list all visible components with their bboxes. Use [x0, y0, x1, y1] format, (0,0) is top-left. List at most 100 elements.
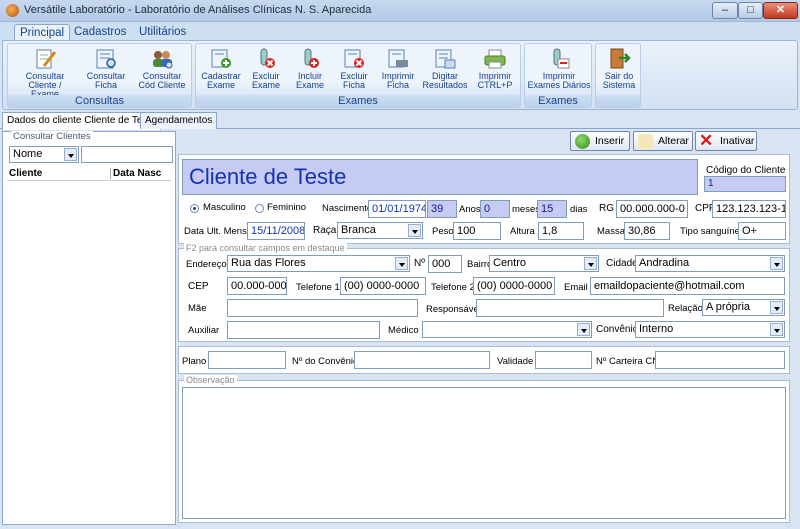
delete-exam-button[interactable]: Excluir Exame [246, 48, 286, 90]
ribbon: Consultar Cliente / Exame Consultar Fich… [2, 40, 798, 110]
column-cliente[interactable]: Cliente [9, 168, 111, 179]
weight-field[interactable]: 100 [453, 222, 501, 240]
exit-button[interactable]: Sair do Sistema [597, 48, 641, 90]
chevron-down-icon [64, 148, 77, 161]
chevron-down-icon [577, 323, 590, 336]
group-exames: Cadastrar Exame Excluir Exame Incluir Ex… [195, 43, 521, 108]
edit-button[interactable]: Alterar [633, 131, 693, 151]
include-exam-button[interactable]: Incluir Exame [290, 48, 330, 90]
race-select[interactable]: Branca [337, 222, 423, 239]
phone1-field[interactable]: (00) 0000-0000 [340, 277, 426, 295]
relation-select[interactable]: A própria [702, 299, 785, 316]
mother-label: Mãe [188, 303, 207, 314]
add-sheet-icon [209, 48, 233, 70]
plus-icon [575, 134, 590, 149]
daily-exams-icon [547, 48, 571, 70]
responsible-field[interactable] [476, 299, 664, 317]
age-months-field: 0 [480, 200, 510, 218]
client-search-panel: Consultar Clientes Nome Cliente Data Nas… [2, 131, 176, 525]
insert-button[interactable]: Inserir [570, 131, 630, 151]
print-sheet-button[interactable]: Imprimir Ficha [378, 48, 418, 90]
add-tube-icon [298, 48, 322, 70]
birth-label: Nascimento [322, 203, 373, 214]
column-data-nasc[interactable]: Data Nasc [113, 168, 161, 179]
grid-divider [7, 180, 171, 181]
printer-icon [483, 48, 507, 70]
weight-label: Peso [432, 226, 454, 237]
agreement-no-label: Nº do Convênio [292, 356, 359, 367]
email-label: Email [564, 282, 588, 293]
tab-cadastros[interactable]: Cadastros [69, 24, 131, 41]
ribbon-tabs: Principal Cadastros Utilitários [0, 22, 800, 41]
cns-field[interactable] [655, 351, 785, 369]
minimize-button[interactable]: – [712, 2, 738, 19]
group-daily-exams-label: Exames [525, 95, 591, 107]
assistant-label: Auxiliar [188, 325, 220, 336]
notes-textarea[interactable] [182, 387, 786, 519]
phone2-label: Telefone 2 [431, 282, 475, 293]
district-select[interactable]: Centro [489, 255, 599, 272]
client-name: Cliente de Teste [182, 159, 698, 195]
agreement-no-field[interactable] [354, 351, 490, 369]
responsible-label: Responsável [426, 304, 481, 315]
race-label: Raça [313, 225, 337, 236]
assistant-field[interactable] [227, 321, 380, 339]
number-field[interactable]: 000 [428, 255, 462, 273]
street-select[interactable]: Rua das Flores [227, 255, 410, 272]
validity-field[interactable] [535, 351, 592, 369]
delete-sheet-icon [342, 48, 366, 70]
close-button[interactable]: ✕ [763, 2, 798, 19]
age-years-field: 39 [427, 200, 457, 218]
consult-code-button[interactable]: Consultar Cód Cliente [134, 48, 190, 90]
sex-female-radio[interactable] [255, 204, 264, 213]
menst-date-field[interactable]: 15/11/2008 [247, 222, 305, 240]
sex-male-radio[interactable] [190, 204, 199, 213]
plan-field[interactable] [208, 351, 286, 369]
city-select[interactable]: Andradina [635, 255, 785, 272]
tab-appointments[interactable]: Agendamentos [140, 112, 218, 129]
consult-client-button[interactable]: Consultar Cliente / Exame [14, 48, 76, 99]
delete-sheet-button[interactable]: Excluir Ficha [334, 48, 374, 90]
address-legend: F2 para consultar campos em destaque [184, 243, 347, 253]
tab-principal[interactable]: Principal [14, 24, 71, 41]
cep-field[interactable]: 00.000-000 [227, 277, 287, 295]
sheet-search-icon [94, 48, 118, 70]
deactivate-button[interactable]: ✕ Inativar [695, 131, 757, 151]
client-code: 1 [704, 176, 786, 192]
mother-field[interactable] [227, 299, 418, 317]
cep-label: CEP [188, 281, 209, 292]
consult-sheet-button[interactable]: Consultar Ficha [84, 48, 128, 90]
email-field[interactable]: emaildopaciente@hotmail.com [590, 277, 785, 295]
tab-client-data[interactable]: Dados do cliente Cliente de Teste [2, 112, 161, 130]
print-daily-exams-button[interactable]: Imprimir Exames Diários [527, 48, 591, 90]
client-code-label: Código do Cliente [706, 165, 786, 176]
mass-field[interactable]: 30,86 [624, 222, 670, 240]
doctor-select[interactable] [422, 321, 592, 338]
register-exam-button[interactable]: Cadastrar Exame [200, 48, 242, 90]
group-exames-label: Exames [196, 95, 520, 107]
exit-door-icon [607, 48, 631, 70]
enter-results-button[interactable]: Digitar Resultados [422, 48, 468, 90]
blood-field[interactable]: O+ [738, 222, 786, 240]
cpf-field[interactable]: 123.123.123-11 [712, 200, 786, 218]
height-field[interactable]: 1,8 [538, 222, 584, 240]
group-consultas: Consultar Cliente / Exame Consultar Fich… [7, 43, 192, 108]
birth-date-field[interactable]: 01/01/1974 [368, 200, 426, 218]
tab-utilitarios[interactable]: Utilitários [134, 24, 191, 41]
phone2-field[interactable]: (00) 0000-0000 [473, 277, 555, 295]
notes-legend: Observação [184, 375, 237, 385]
validity-label: Validade [497, 356, 534, 367]
phone1-label: Telefone 1 [296, 282, 340, 293]
maximize-button[interactable]: □ [738, 2, 763, 19]
window-title: Versátile Laboratório - Laboratório de A… [24, 4, 372, 16]
agreement-select[interactable]: Interno [635, 321, 785, 338]
sex-male-label: Masculino [203, 202, 246, 213]
print-button[interactable]: Imprimir CTRL+P [474, 48, 516, 90]
menst-label: Data Ult. Menst. [184, 226, 253, 237]
rg-field[interactable]: 00.000.000-0 [616, 200, 688, 218]
search-field-select[interactable]: Nome [9, 146, 79, 163]
blood-label: Tipo sanguíneo [680, 226, 746, 237]
document-pen-icon [33, 48, 57, 70]
search-input[interactable] [81, 146, 173, 163]
group-consultas-label: Consultas [8, 95, 191, 107]
